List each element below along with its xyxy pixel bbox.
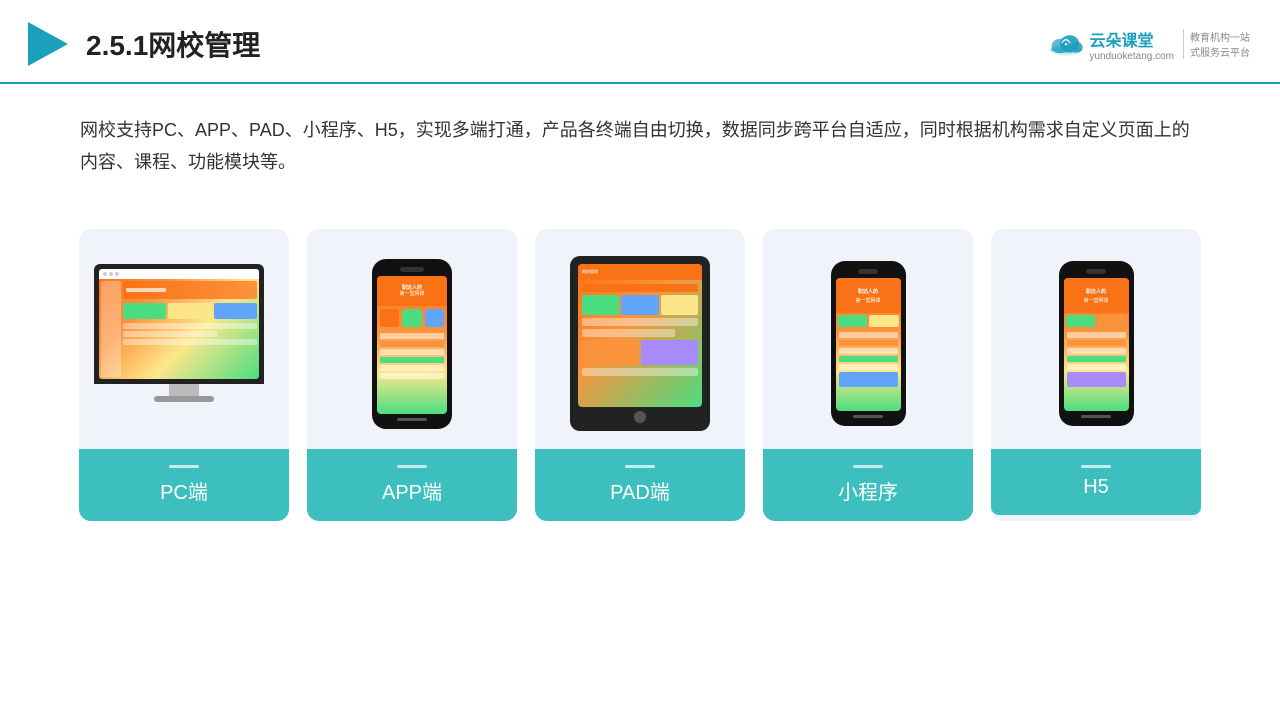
card-mini-image: 职达人的 第一堂网课 <box>763 229 973 449</box>
h5-phone-mockup: 职达人的 第一堂网课 <box>1059 261 1134 426</box>
page-title: 2.5.1网校管理 <box>86 24 260 64</box>
pad-tablet-mockup: 网校管理 <box>570 256 710 431</box>
logo-name: 云朵课堂 <box>1089 27 1174 51</box>
card-pad-image: 网校管理 <box>535 229 745 449</box>
card-pc: PC端 <box>79 229 289 521</box>
logo-url: yunduoketang.com <box>1089 51 1174 62</box>
card-h5: 职达人的 第一堂网课 <box>991 229 1201 521</box>
card-h5-label: H5 <box>991 449 1201 515</box>
card-mini-label: 小程序 <box>763 449 973 521</box>
pc-mockup <box>94 264 274 424</box>
logo-text: 云朵课堂 yunduoketang.com <box>1089 27 1174 62</box>
app-phone-mockup: 职达人的 第一堂网课 <box>372 259 452 429</box>
card-h5-image: 职达人的 第一堂网课 <box>991 229 1201 449</box>
card-pc-label: PC端 <box>79 449 289 521</box>
cards-container: PC端 职达人的 第一堂网课 <box>0 209 1280 541</box>
logo-tagline-1: 教育机构一站 <box>1190 29 1250 44</box>
card-pad-label: PAD端 <box>535 449 745 521</box>
logo-tagline-2: 式服务云平台 <box>1190 44 1250 59</box>
card-app-image: 职达人的 第一堂网课 <box>307 229 517 449</box>
card-pc-image <box>79 229 289 449</box>
mini-phone-mockup: 职达人的 第一堂网课 <box>831 261 906 426</box>
card-app-label: APP端 <box>307 449 517 521</box>
description-paragraph: 网校支持PC、APP、PAD、小程序、H5，实现多端打通，产品各终端自由切换，数… <box>80 114 1200 179</box>
logo-tagline: 教育机构一站 式服务云平台 <box>1183 29 1250 59</box>
header-left: 2.5.1网校管理 <box>20 18 260 70</box>
brand-logo: 云朵课堂 yunduoketang.com 教育机构一站 式服务云平台 <box>1048 27 1250 62</box>
card-app: 职达人的 第一堂网课 <box>307 229 517 521</box>
card-mini: 职达人的 第一堂网课 <box>763 229 973 521</box>
page-header: 2.5.1网校管理 云朵课堂 yunduoketang.com 教育机构一站 式… <box>0 0 1280 84</box>
card-pad: 网校管理 <box>535 229 745 521</box>
play-icon <box>20 18 72 70</box>
cloud-icon <box>1048 30 1084 58</box>
description-text: 网校支持PC、APP、PAD、小程序、H5，实现多端打通，产品各终端自由切换，数… <box>0 84 1280 199</box>
